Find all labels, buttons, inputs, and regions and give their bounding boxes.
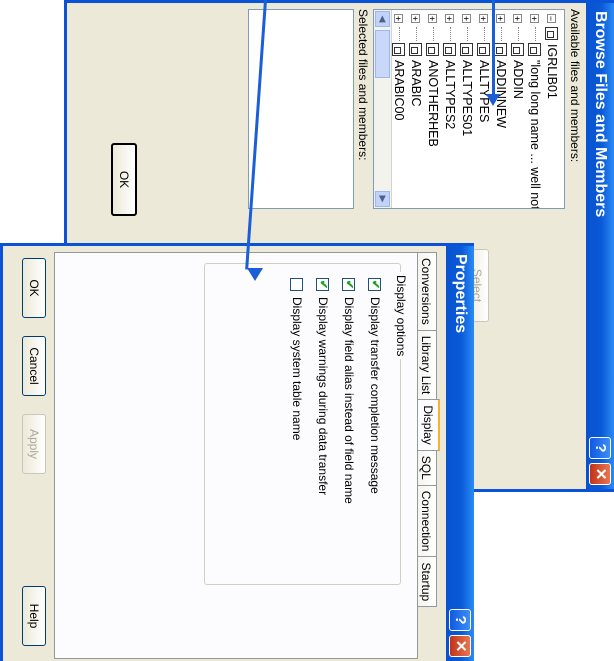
properties-ok-button[interactable]: OK	[22, 258, 46, 318]
option-label: Display system table name	[290, 297, 304, 441]
tree-item[interactable]: + ADDIN	[510, 14, 526, 99]
scroll-left-icon[interactable]: ◀	[375, 11, 390, 27]
tree-connector	[430, 27, 434, 41]
library-icon	[527, 43, 541, 56]
available-files-tree[interactable]: − IGRLIB01 + "long long name ... well not s…	[373, 9, 565, 209]
tree-item-label: ALLTYPES2	[443, 60, 457, 130]
tree-item-label: ANOTHERHEB	[426, 60, 440, 147]
tree-item[interactable]: + ARABIC	[408, 14, 424, 107]
tree-item-label: "long long name ... well not so long"	[528, 60, 542, 209]
properties-apply-button[interactable]: Apply	[22, 414, 46, 474]
display-options-group: Display options ✔ Display transfer comple…	[204, 263, 408, 585]
tree-item-label: ADDIN	[511, 60, 525, 99]
checkbox-transfer-completion[interactable]: ✔	[367, 278, 381, 291]
tree-connector	[447, 27, 451, 41]
tree-item-label: ARABIC	[409, 60, 423, 107]
properties-window-frame: Properties ? ✕ ConversionsLibrary ListDi…	[0, 243, 474, 661]
tab-library-list[interactable]: Library List	[416, 329, 437, 401]
library-icon	[442, 43, 456, 56]
expand-icon[interactable]: +	[512, 14, 522, 23]
expand-icon[interactable]: +	[529, 14, 539, 23]
option-label: Display field alias instead of field nam…	[342, 297, 356, 504]
properties-help-icon[interactable]: ?	[449, 609, 471, 631]
help-icon[interactable]: ?	[589, 437, 611, 459]
library-icon	[425, 43, 439, 56]
expand-icon[interactable]: +	[427, 14, 437, 23]
tree-item-label: ALLTYPES	[477, 60, 491, 123]
tree-item[interactable]: + ALLTYPES2	[442, 14, 458, 129]
properties-title: Properties	[452, 254, 469, 334]
tree-connector	[396, 27, 400, 41]
browse-title: Browse Files and Members	[592, 11, 609, 218]
option-label: Display transfer completion message	[368, 297, 382, 494]
expand-icon[interactable]: +	[393, 14, 403, 23]
expand-icon[interactable]: +	[495, 14, 505, 23]
tab-display[interactable]: Display	[416, 399, 440, 451]
tree-connector	[515, 27, 519, 41]
option-transfer-completion[interactable]: ✔ Display transfer completion message	[366, 278, 382, 494]
properties-close-icon[interactable]: ✕	[449, 635, 471, 657]
tree-connector	[413, 27, 417, 41]
tab-sql[interactable]: SQL	[416, 449, 437, 486]
tree-item[interactable]: + ADDINNEW	[493, 14, 509, 128]
expand-icon[interactable]: +	[478, 14, 488, 23]
callout-arrow-right	[492, 0, 495, 98]
checkbox-field-alias[interactable]: ✔	[341, 278, 355, 291]
option-field-alias[interactable]: ✔ Display field alias instead of field na…	[340, 278, 356, 504]
tree-connector	[481, 27, 485, 41]
tree-item[interactable]: + ALLTYPES	[476, 14, 492, 122]
properties-help-button[interactable]: Help	[22, 586, 46, 646]
checkbox-warnings[interactable]: ✔	[315, 278, 329, 291]
browse-ok-button[interactable]: OK	[111, 143, 137, 216]
display-options-title: Display options	[394, 272, 408, 360]
tree-item-label: ALLTYPES01	[460, 60, 474, 137]
library-icon	[510, 43, 524, 56]
display-tab-panel: Display options ✔ Display transfer comple…	[54, 252, 418, 659]
option-label: Display warnings during data transfer	[316, 297, 330, 496]
tree-item-label: IGRLIB01	[545, 44, 559, 99]
selected-files-label: Selected files and members:	[356, 9, 370, 161]
tab-startup[interactable]: Startup	[416, 556, 437, 608]
properties-dialog: Properties ? ✕ ConversionsLibrary ListDi…	[0, 243, 474, 661]
tree-item[interactable]: + "long long name ... well not so long"	[527, 14, 543, 209]
tree-item[interactable]: − IGRLIB01	[544, 14, 560, 99]
library-icon	[391, 43, 405, 56]
library-icon	[459, 43, 473, 56]
scroll-right-icon[interactable]: ▶	[375, 191, 390, 207]
properties-title-bar[interactable]: Properties ? ✕	[446, 246, 474, 661]
tab-conversions[interactable]: Conversions	[416, 252, 437, 331]
properties-tabs: ConversionsLibrary ListDisplaySQLConnect…	[416, 252, 440, 608]
checkbox-system-table-name[interactable]	[289, 278, 303, 291]
tree-item-label: ADDINNEW	[494, 60, 508, 129]
tree-connector	[532, 27, 536, 41]
option-system-table-name[interactable]: Display system table name	[288, 278, 304, 440]
library-icon	[544, 27, 558, 40]
library-icon	[408, 43, 422, 56]
expand-icon[interactable]: +	[444, 14, 454, 23]
tree-item[interactable]: + ANOTHERHEB	[425, 14, 441, 147]
tree-connector	[464, 27, 468, 41]
option-warnings[interactable]: ✔ Display warnings during data transfer	[314, 278, 330, 495]
tree-horizontal-scrollbar[interactable]: ◀ ▶	[374, 10, 392, 208]
tree-item[interactable]: + ARABIC00	[391, 14, 407, 120]
tab-connection[interactable]: Connection	[416, 484, 437, 558]
browse-title-bar[interactable]: Browse Files and Members ? ✕	[586, 3, 614, 489]
close-icon[interactable]: ✕	[589, 463, 611, 485]
expand-icon[interactable]: +	[410, 14, 420, 23]
collapse-icon[interactable]: −	[546, 14, 556, 23]
scroll-thumb[interactable]	[375, 30, 390, 78]
library-icon	[493, 43, 507, 56]
properties-cancel-button[interactable]: Cancel	[22, 336, 46, 396]
library-icon	[476, 43, 490, 56]
available-files-label: Available files and members:	[568, 9, 582, 163]
tree-item[interactable]: + ALLTYPES01	[459, 14, 475, 136]
expand-icon[interactable]: +	[461, 14, 471, 23]
tree-item-label: ARABIC00	[392, 60, 406, 121]
tree-connector	[498, 27, 502, 41]
